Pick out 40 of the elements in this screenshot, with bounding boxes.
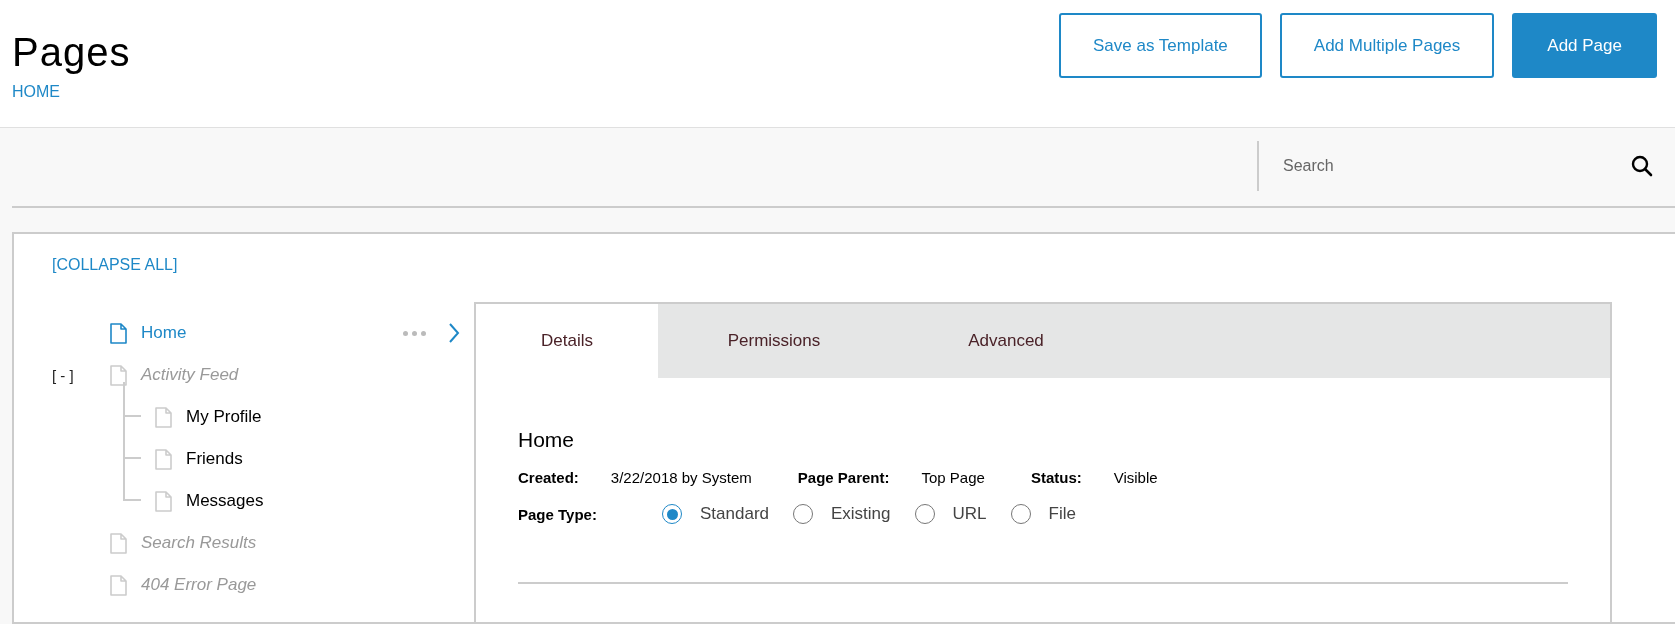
radio-label[interactable]: File	[1048, 504, 1076, 524]
page-icon	[110, 322, 127, 344]
tab[interactable]: Advanced	[890, 304, 1122, 378]
secondary-button[interactable]: Add Multiple Pages	[1279, 13, 1495, 78]
tab[interactable]: Permissions	[658, 304, 890, 378]
tree-item[interactable]: Home	[141, 323, 187, 343]
page-icon	[110, 574, 127, 596]
tree-connector-line	[123, 459, 141, 501]
search-icon[interactable]	[1631, 155, 1653, 177]
tree-item[interactable]: Messages	[186, 491, 264, 511]
chevron-right-icon[interactable]	[448, 322, 460, 344]
tree-connector-line	[123, 417, 141, 459]
page-icon	[110, 364, 127, 386]
tree-connector-line	[123, 382, 141, 417]
page-icon	[110, 532, 127, 554]
page-title: Pages	[12, 30, 131, 75]
tree-item[interactable]: My Profile	[186, 407, 262, 427]
more-icon[interactable]	[403, 330, 426, 336]
field-label: Created:	[518, 469, 579, 486]
radio-label[interactable]: URL	[952, 504, 987, 524]
field-value: 3/22/2018 by System	[610, 469, 752, 486]
search-field[interactable]: Search	[1281, 156, 1623, 176]
radio-label[interactable]: Existing	[831, 504, 891, 524]
field-value: Visible	[1113, 469, 1158, 486]
field-label: Page Parent:	[797, 469, 890, 486]
page-heading: Home	[518, 428, 576, 452]
tree-item[interactable]: Friends	[186, 449, 243, 469]
field-value: Top Page	[921, 469, 985, 486]
breadcrumb-link[interactable]: HOME	[12, 83, 131, 101]
page-icon	[155, 406, 172, 428]
field-label: Status:	[1030, 469, 1082, 486]
add-page-button[interactable]: Add Page	[1512, 13, 1657, 78]
secondary-button[interactable]: Save as Template	[1059, 13, 1262, 78]
page-icon	[155, 490, 172, 512]
radio-label[interactable]: Standard	[700, 504, 769, 524]
collapse-all-link[interactable]: [COLLAPSE ALL]	[52, 256, 178, 274]
page-icon	[155, 448, 172, 470]
tab[interactable]: Details	[476, 304, 658, 378]
collapse-toggle[interactable]: [ - ]	[52, 366, 110, 384]
field-label: Page Type:	[518, 505, 598, 523]
